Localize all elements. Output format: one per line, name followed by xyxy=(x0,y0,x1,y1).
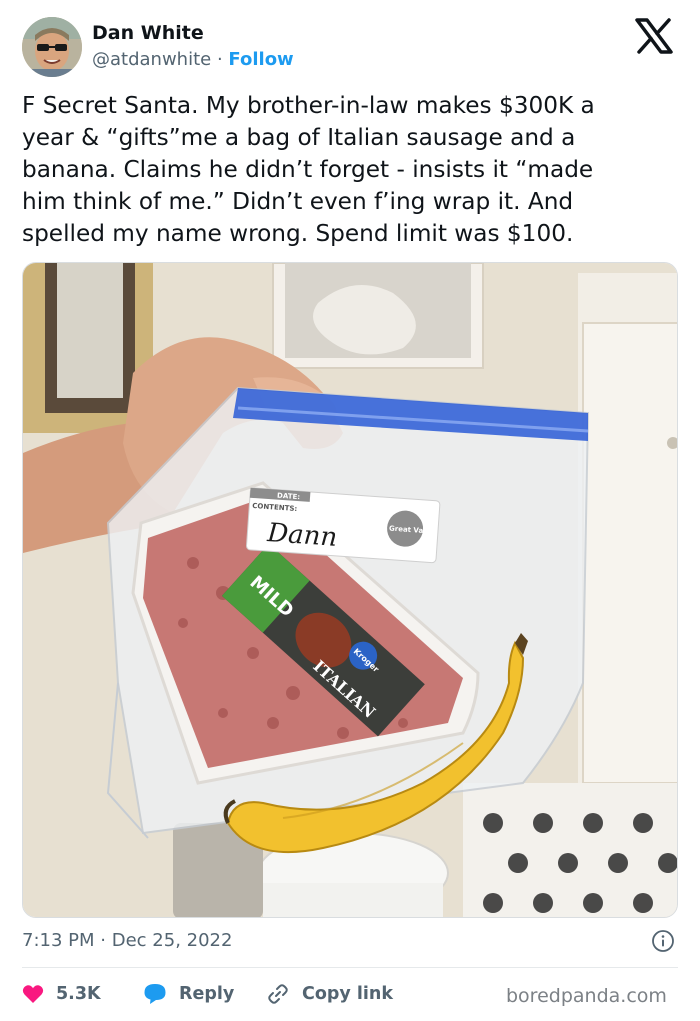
tweet-text-line: spelled my name wrong. Spend limit was $… xyxy=(22,220,574,247)
tweet-date: Dec 25, 2022 xyxy=(111,930,233,951)
tweet-photo[interactable]: MILD ITALIAN Kroger DATE: CONTENTS: Dann… xyxy=(22,262,678,918)
label-name-handwriting: Dann xyxy=(265,518,338,553)
timestamp-separator: · xyxy=(100,930,106,951)
tweet-text-line: year & “gifts”me a bag of Italian sausag… xyxy=(22,124,576,151)
tweet-time: 7:13 PM xyxy=(22,930,95,951)
copy-link-label: Copy link xyxy=(302,984,393,1004)
avatar[interactable] xyxy=(22,17,82,77)
tweet-text-line: banana. Claims he didn’t forget - insist… xyxy=(22,156,594,183)
label-date-text: DATE: xyxy=(277,492,301,502)
x-logo-icon[interactable] xyxy=(634,18,674,54)
tweet-header: Dan White @atdanwhite · Follow xyxy=(0,0,700,90)
photo-illustration: MILD ITALIAN Kroger DATE: CONTENTS: Dann… xyxy=(23,263,677,917)
handle-separator: · xyxy=(216,49,223,70)
tweet-text-line: F Secret Santa. My brother-in-law makes … xyxy=(22,92,595,119)
follow-button[interactable]: Follow xyxy=(228,49,293,70)
info-icon[interactable] xyxy=(651,929,675,953)
avatar-image xyxy=(22,17,82,77)
heart-icon xyxy=(22,985,44,1003)
copy-link-button[interactable]: Copy link xyxy=(266,982,393,1006)
author-handle-line: @atdanwhite · Follow xyxy=(92,49,294,70)
reply-bubble-icon xyxy=(144,984,166,1004)
link-icon xyxy=(268,984,288,1004)
author-handle[interactable]: @atdanwhite xyxy=(92,49,211,70)
tweet-timestamp[interactable]: 7:13 PM · Dec 25, 2022 xyxy=(22,930,232,951)
reply-label: Reply xyxy=(179,984,235,1004)
like-count: 5.3K xyxy=(56,984,101,1004)
divider xyxy=(22,967,678,968)
author-name[interactable]: Dan White xyxy=(92,22,204,44)
watermark: boredpanda.com xyxy=(506,985,667,1007)
tweet-text: F Secret Santa. My brother-in-law makes … xyxy=(22,90,682,250)
reply-button[interactable]: Reply xyxy=(143,982,234,1006)
tweet-text-line: him think of me.” Didn’t even f’ing wrap… xyxy=(22,188,574,215)
like-button[interactable]: 5.3K xyxy=(22,982,101,1006)
